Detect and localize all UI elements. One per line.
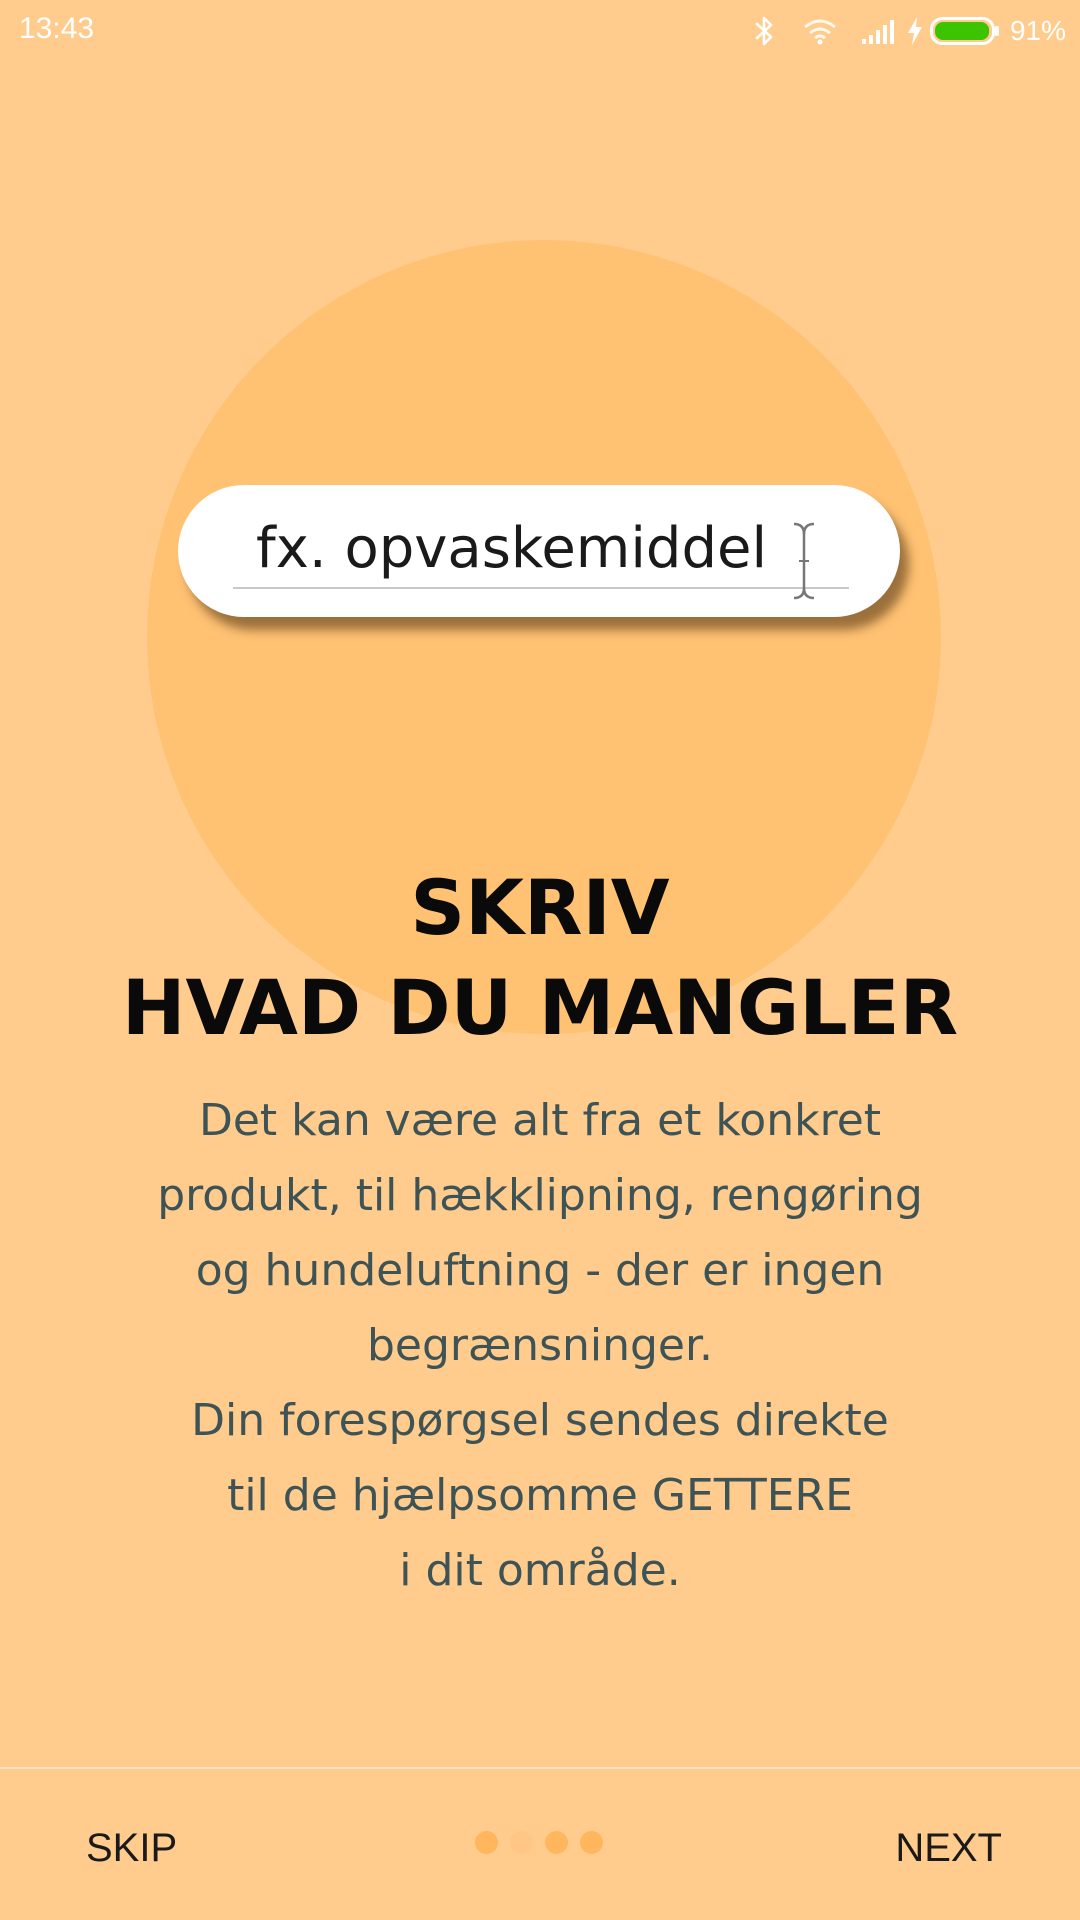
- page-indicator: [475, 1830, 603, 1854]
- status-icons: 91%: [754, 12, 1066, 50]
- next-button[interactable]: NEXT: [895, 1824, 1002, 1872]
- description-line: i dit område.: [399, 1545, 681, 1596]
- skip-button[interactable]: SKIP: [86, 1824, 177, 1872]
- text-cursor-icon: [793, 522, 815, 600]
- bottom-divider: [0, 1767, 1080, 1769]
- signal-icon: [861, 20, 894, 44]
- onboarding-description: Det kan være alt fra et konkret produkt,…: [40, 1083, 1040, 1608]
- description-line: produkt, til hækklipning, rengøring: [157, 1170, 923, 1221]
- status-time: 13:43: [19, 12, 95, 45]
- example-search-field: fx. opvaskemiddel: [178, 485, 900, 617]
- headline-line-2: HVAD DU MANGLER: [121, 963, 959, 1052]
- onboarding-headline: SKRIV HVAD DU MANGLER: [0, 858, 1080, 1058]
- page-dot: [475, 1830, 498, 1854]
- description-line: og hundeluftning - der er ingen: [195, 1245, 885, 1296]
- battery-percent: 91%: [1009, 15, 1066, 46]
- description-line: Det kan være alt fra et konkret: [198, 1095, 882, 1146]
- wifi-icon: [804, 19, 836, 45]
- search-underline: [233, 587, 849, 589]
- status-bar: 13:43 91%: [0, 0, 1080, 62]
- battery-icon: [929, 17, 999, 45]
- description-line: til de hjælpsomme GETTERE: [227, 1470, 853, 1521]
- description-line: begrænsninger.: [366, 1320, 714, 1371]
- headline-line-1: SKRIV: [410, 863, 670, 952]
- page-dot: [545, 1830, 568, 1854]
- description-line: Din forespørgsel sendes direkte: [191, 1395, 889, 1446]
- bluetooth-icon: [755, 16, 773, 46]
- charging-icon: [907, 17, 922, 45]
- page-dot: [580, 1830, 603, 1854]
- page-dot-active: [510, 1830, 533, 1854]
- example-search-text: fx. opvaskemiddel: [256, 516, 767, 581]
